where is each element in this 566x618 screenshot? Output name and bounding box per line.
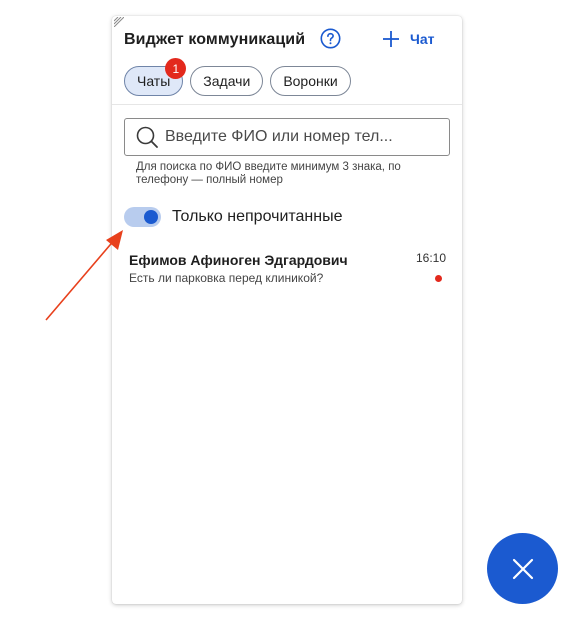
search-icon: [136, 126, 158, 148]
new-chat-label: Чат: [410, 31, 435, 47]
chat-last-message: Есть ли парковка перед клиникой?: [129, 271, 324, 285]
search-hint: Для поиска по ФИО введите минимум 3 знак…: [136, 161, 401, 186]
search-input[interactable]: [163, 127, 443, 147]
tab-chats[interactable]: Чаты 1: [124, 58, 187, 96]
widget-title: Виджет коммуникаций: [124, 31, 306, 48]
tab-funnels[interactable]: Воронки: [270, 66, 351, 96]
widget-header: Виджет коммуникаций Чат: [112, 16, 462, 60]
tabs-bar: Чаты 1 Задачи Воронки: [124, 58, 351, 96]
close-widget-button[interactable]: [487, 533, 558, 604]
communication-widget: Виджет коммуникаций Чат Чаты 1 Задачи Во…: [112, 16, 462, 604]
tab-tasks[interactable]: Задачи: [190, 66, 264, 96]
unread-indicator: [435, 275, 442, 282]
chat-list-item[interactable]: Ефимов Афиноген Эдгардович 16:10 Есть ли…: [112, 244, 462, 290]
unread-count-badge: 1: [165, 58, 187, 79]
unread-only-label: Только непрочитанные: [172, 208, 343, 225]
header-divider: [112, 104, 462, 105]
plus-icon: [383, 31, 399, 47]
close-icon: [512, 558, 533, 579]
unread-filter: Только непрочитанные: [124, 206, 343, 228]
new-chat-button[interactable]: Чат: [382, 28, 434, 50]
toggle-knob: [144, 210, 158, 224]
tab-funnels-label: Воронки: [283, 73, 338, 89]
tab-chats-label: Чаты: [137, 73, 171, 89]
unread-only-toggle[interactable]: [124, 207, 161, 227]
tab-tasks-label: Задачи: [203, 73, 251, 89]
chat-time: 16:10: [415, 251, 446, 265]
chat-contact-name: Ефимов Афиноген Эдгардович: [129, 252, 348, 268]
question-circle-icon[interactable]: [320, 28, 341, 49]
search-box[interactable]: [124, 118, 450, 156]
